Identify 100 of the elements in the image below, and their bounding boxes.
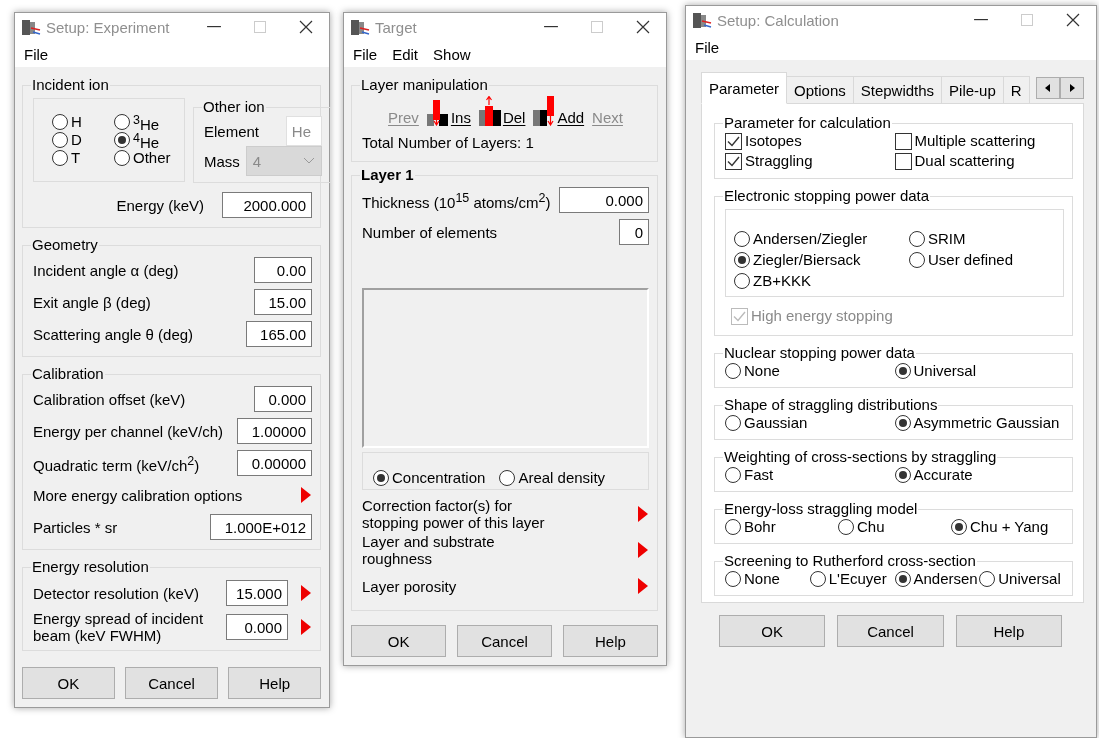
text-field[interactable]: 0: [619, 219, 649, 245]
radio-button[interactable]: Universal: [979, 570, 1061, 588]
radio-button[interactable]: Ziegler/Biersack: [734, 251, 861, 269]
field-label: Mass: [204, 152, 240, 170]
toolbar-button[interactable]: Del: [478, 100, 526, 126]
menu-item[interactable]: Show: [433, 45, 471, 63]
menu-item[interactable]: Edit: [392, 45, 419, 63]
app-icon: [692, 11, 712, 29]
group-title: Layer 1: [360, 166, 415, 184]
radio-button[interactable]: Concentration: [373, 469, 486, 487]
group-title: Incident ion: [31, 76, 110, 94]
close-icon: [636, 20, 650, 34]
layer-insert-icon: [426, 100, 449, 126]
text-field[interactable]: 0.000: [254, 386, 312, 412]
radio-button[interactable]: Accurate: [894, 466, 973, 484]
checkbox[interactable]: Straggling: [725, 152, 813, 170]
radio-button[interactable]: Fast: [725, 466, 774, 484]
checkbox[interactable]: Multiple scattering: [894, 132, 1036, 150]
group-title: Energy resolution: [31, 558, 150, 576]
field-label: Particles * sr: [33, 518, 118, 536]
scroll-left-button[interactable]: [1036, 77, 1060, 99]
text-field[interactable]: 0.000: [559, 187, 649, 213]
dialog-button[interactable]: Cancel: [837, 615, 944, 647]
radio-button[interactable]: T: [52, 149, 81, 167]
text-field[interactable]: 15.000: [226, 580, 288, 606]
toolbar-button[interactable]: Add: [533, 100, 585, 126]
radio-button[interactable]: SRIM: [909, 230, 966, 248]
radio-button[interactable]: Bohr: [725, 518, 776, 536]
dialog-button[interactable]: OK: [22, 667, 115, 699]
radio-button[interactable]: Andersen/Ziegler: [734, 230, 868, 248]
radio-button[interactable]: ZB+KKK: [734, 272, 811, 290]
tab[interactable]: Parameter: [701, 72, 788, 104]
radio-button[interactable]: Other: [114, 149, 171, 167]
dialog-button[interactable]: OK: [351, 625, 447, 657]
minimize-icon: [544, 26, 558, 28]
dialog-button[interactable]: Cancel: [456, 625, 553, 657]
layer-delete-icon: [478, 96, 501, 126]
maximize-icon: [1020, 13, 1034, 27]
field-label: Quadratic term (keV/ch$^{2}$): [33, 452, 200, 474]
text-field[interactable]: 1.000E+012: [210, 514, 312, 540]
arrow-button[interactable]: [300, 487, 312, 503]
group-title: Screening to Rutherford cross-section: [723, 552, 977, 570]
checkbox[interactable]: Dual scattering: [894, 152, 1015, 170]
toolbar-button[interactable]: Ins: [426, 100, 471, 126]
radio-button[interactable]: Chu: [838, 518, 885, 536]
menu-item[interactable]: File: [695, 38, 720, 56]
dialog-button[interactable]: Help: [562, 625, 658, 657]
group-title: Shape of straggling distributions: [723, 396, 939, 414]
radio-button[interactable]: Universal: [894, 362, 977, 380]
field-label: Energy (keV): [116, 196, 204, 214]
arrow-button[interactable]: [637, 542, 649, 558]
text-field[interactable]: 0.00000: [237, 450, 312, 476]
window-title: Setup: Experiment: [46, 18, 171, 36]
arrow-button[interactable]: [637, 506, 649, 522]
radio-button[interactable]: H: [52, 113, 82, 131]
group-title: Nuclear stopping power data: [723, 344, 916, 362]
radio-button[interactable]: None: [725, 362, 780, 380]
arrow-button[interactable]: [300, 585, 312, 601]
right-arrow-icon: [1069, 84, 1075, 92]
radio-button[interactable]: None: [725, 570, 780, 588]
radio-button[interactable]: Asymmetric Gaussian: [894, 414, 1060, 432]
dialog-button[interactable]: Cancel: [125, 667, 218, 699]
radio-button[interactable]: Gaussian: [725, 414, 808, 432]
field-label: Exit angle β (deg): [33, 293, 151, 311]
arrow-button[interactable]: [300, 619, 312, 635]
text-field[interactable]: 15.00: [254, 289, 312, 315]
field-label: Detector resolution (keV): [33, 584, 199, 602]
radio-button[interactable]: $^{3}$He: [114, 113, 160, 131]
radio-button[interactable]: L'Ecuyer: [809, 570, 887, 588]
scroll-right-button[interactable]: [1060, 77, 1084, 99]
text-field[interactable]: 1.00000: [237, 418, 312, 444]
arrow-button[interactable]: [637, 578, 649, 594]
dialog-button[interactable]: OK: [719, 615, 826, 647]
dialog-button[interactable]: Help: [955, 615, 1062, 647]
text-field[interactable]: 165.00: [246, 321, 312, 347]
radio-button[interactable]: User defined: [909, 251, 1014, 269]
dialog-button[interactable]: Help: [228, 667, 321, 699]
radio-button[interactable]: $^{4}$He: [114, 131, 160, 149]
tab[interactable]: R: [1002, 76, 1030, 103]
field-label: Element: [204, 122, 260, 140]
text-field[interactable]: 0.000: [226, 614, 288, 640]
radio-button[interactable]: Areal density: [499, 469, 606, 487]
menu-item[interactable]: File: [353, 45, 378, 63]
text-field[interactable]: 2000.000: [222, 192, 312, 218]
group-title: Geometry: [31, 236, 99, 254]
layer-add-icon: [533, 96, 556, 126]
radio-button[interactable]: Andersen: [894, 570, 978, 588]
radio-button[interactable]: Chu + Yang: [951, 518, 1049, 536]
text-field[interactable]: 0.00: [254, 257, 312, 283]
menu-item[interactable]: File: [24, 45, 49, 63]
group-title: Weighting of cross-sections by straggling: [723, 448, 998, 466]
field-label: Energy per channel (keV/ch): [33, 422, 224, 440]
window-title: Setup: Calculation: [717, 11, 840, 29]
app-icon: [21, 18, 41, 36]
radio-button[interactable]: D: [52, 131, 82, 149]
window-title: Target: [375, 18, 418, 36]
group-title: Calibration: [31, 365, 105, 383]
group-title: Other ion: [202, 98, 266, 116]
checkbox[interactable]: Isotopes: [725, 132, 802, 150]
field-label: Incident angle α (deg): [33, 261, 179, 279]
